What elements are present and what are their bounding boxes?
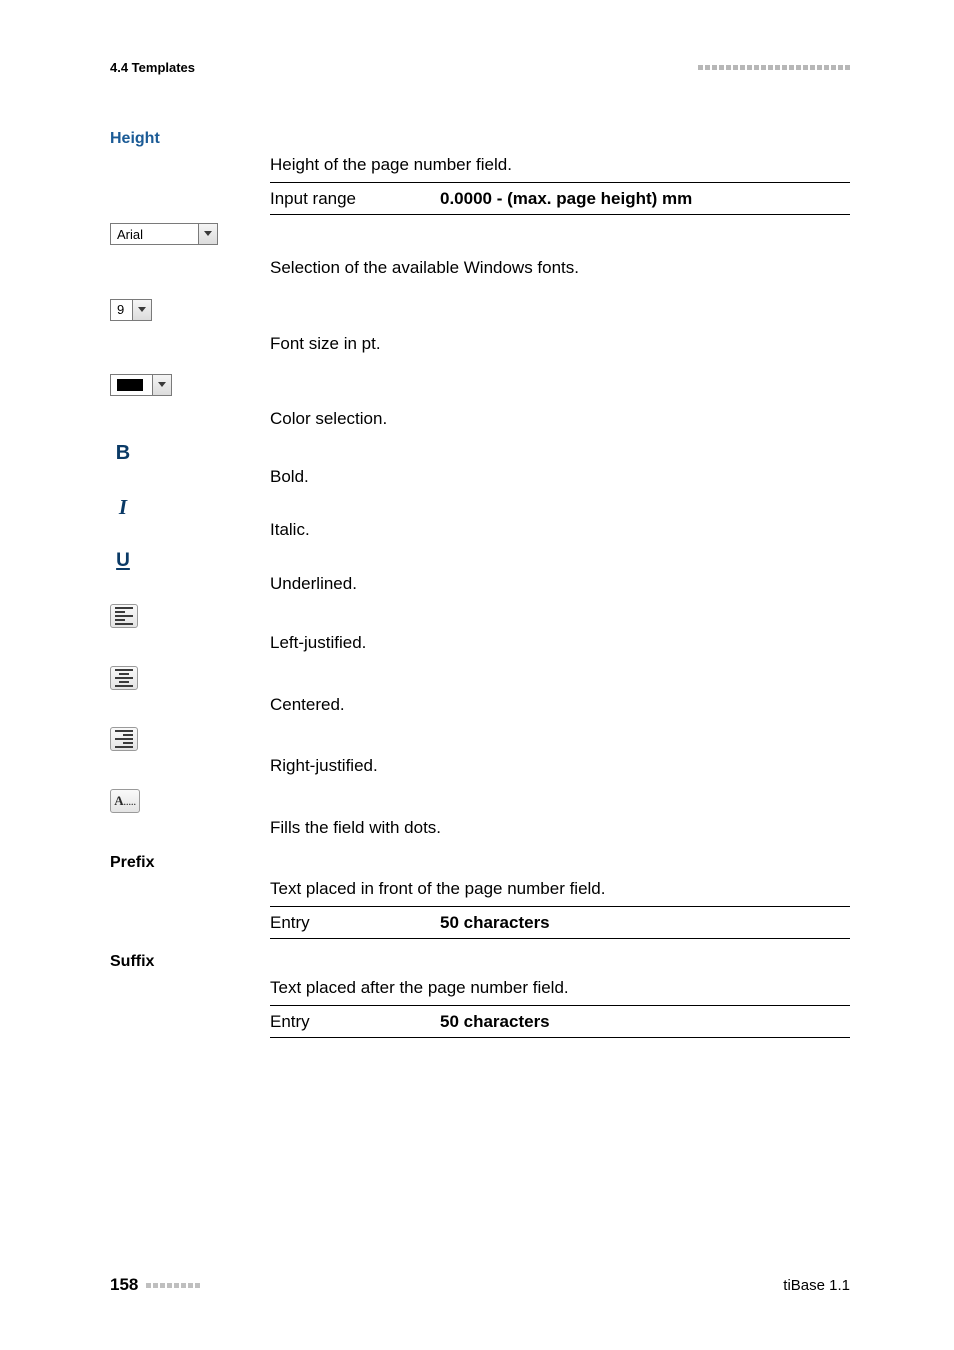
underline-button[interactable]: U xyxy=(110,549,136,573)
suffix-label: Suffix xyxy=(110,953,154,971)
font-color-row: Color selection. xyxy=(110,374,850,432)
height-label: Height xyxy=(110,130,160,148)
font-family-select[interactable]: Arial xyxy=(110,223,218,245)
bold-row: B Bold. xyxy=(110,442,850,490)
fill-dots-icon: A..... xyxy=(114,793,135,809)
color-swatch-icon xyxy=(117,379,143,391)
font-size-description: Font size in pt. xyxy=(270,331,850,357)
underline-icon: U xyxy=(116,550,130,572)
page-header: 4.4 Templates xyxy=(110,60,850,75)
prefix-label: Prefix xyxy=(110,854,154,872)
header-ornament xyxy=(698,65,850,70)
height-description: Height of the page number field. xyxy=(270,130,850,178)
prefix-row: Prefix Text placed in front of the page … xyxy=(110,854,850,939)
align-left-button[interactable] xyxy=(110,604,138,628)
italic-description: Italic. xyxy=(270,517,850,543)
suffix-description: Text placed after the page number field. xyxy=(270,953,850,1001)
align-right-icon xyxy=(115,730,133,748)
document-name: tiBase 1.1 xyxy=(783,1277,850,1294)
height-spec-value: 0.0000 - (max. page height) mm xyxy=(440,186,850,212)
fill-dots-row: A..... Fills the field with dots. xyxy=(110,789,850,841)
fill-dots-description: Fills the field with dots. xyxy=(270,815,850,841)
height-spec-key: Input range xyxy=(270,186,440,212)
align-left-icon xyxy=(115,607,133,625)
chevron-down-icon xyxy=(198,224,217,244)
page-number: 158 xyxy=(110,1275,138,1295)
prefix-spec-row: Entry 50 characters xyxy=(270,906,850,940)
footer-ornament xyxy=(146,1283,200,1288)
suffix-spec-value: 50 characters xyxy=(440,1009,850,1035)
bold-description: Bold. xyxy=(270,464,850,490)
align-right-row: Right-justified. xyxy=(110,727,850,779)
italic-button[interactable]: I xyxy=(110,495,136,519)
align-center-row: Centered. xyxy=(110,666,850,718)
underline-description: Underlined. xyxy=(270,571,850,597)
font-size-select[interactable]: 9 xyxy=(110,299,152,321)
font-color-description: Color selection. xyxy=(270,406,850,432)
align-right-button[interactable] xyxy=(110,727,138,751)
align-left-description: Left-justified. xyxy=(270,630,850,656)
prefix-spec-value: 50 characters xyxy=(440,910,850,936)
suffix-spec-row: Entry 50 characters xyxy=(270,1005,850,1039)
align-center-button[interactable] xyxy=(110,666,138,690)
suffix-row: Suffix Text placed after the page number… xyxy=(110,953,850,1038)
height-row: Height Height of the page number field. … xyxy=(110,130,850,215)
font-family-value: Arial xyxy=(111,227,198,242)
height-spec-row: Input range 0.0000 - (max. page height) … xyxy=(270,182,850,216)
align-left-row: Left-justified. xyxy=(110,604,850,656)
font-color-select[interactable] xyxy=(110,374,172,396)
align-right-description: Right-justified. xyxy=(270,753,850,779)
bold-button[interactable]: B xyxy=(110,442,136,466)
font-size-value: 9 xyxy=(111,302,132,317)
font-size-row: 9 Font size in pt. xyxy=(110,299,850,357)
prefix-description: Text placed in front of the page number … xyxy=(270,854,850,902)
prefix-spec-key: Entry xyxy=(270,910,440,936)
underline-row: U Underlined. xyxy=(110,549,850,597)
fill-dots-button[interactable]: A..... xyxy=(110,789,140,813)
page-footer: 158 tiBase 1.1 xyxy=(110,1275,850,1295)
section-path: 4.4 Templates xyxy=(110,60,195,75)
font-family-description: Selection of the available Windows fonts… xyxy=(270,255,850,281)
align-center-description: Centered. xyxy=(270,692,850,718)
chevron-down-icon xyxy=(152,375,171,395)
italic-icon: I xyxy=(119,495,127,520)
bold-icon: B xyxy=(116,442,130,465)
align-center-icon xyxy=(115,669,133,687)
italic-row: I Italic. xyxy=(110,495,850,543)
chevron-down-icon xyxy=(132,300,151,320)
suffix-spec-key: Entry xyxy=(270,1009,440,1035)
font-row: Arial Selection of the available Windows… xyxy=(110,223,850,281)
